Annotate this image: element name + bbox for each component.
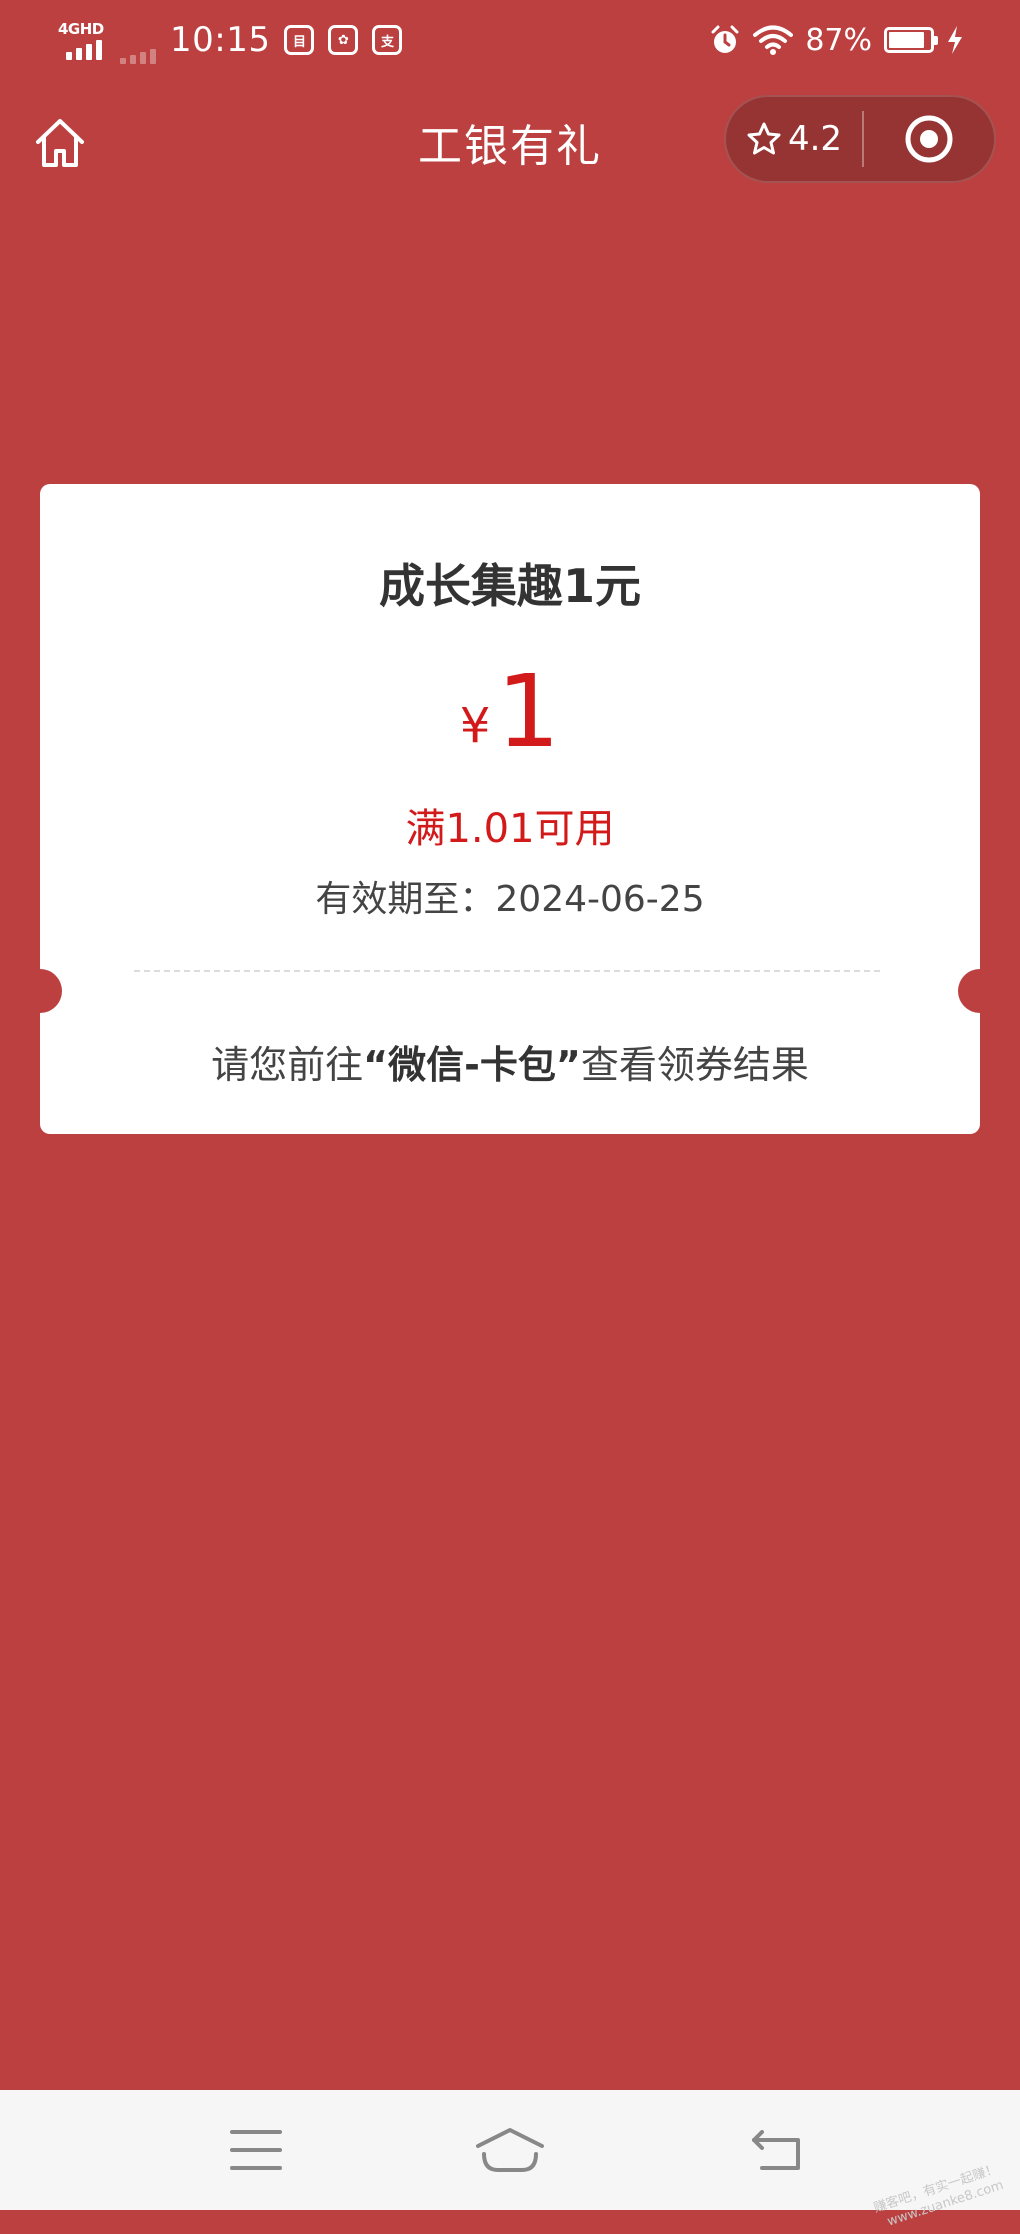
coupon-amount: 1 (496, 653, 561, 770)
coupon-condition: 满1.01可用 (405, 806, 615, 852)
rating-value: 4.2 (787, 119, 843, 159)
battery-percent: 87% (805, 22, 872, 58)
tip-highlight: “微信-卡包” (363, 1043, 581, 1087)
signal-secondary-icon (120, 16, 156, 64)
capsule-menu: 4.2 (724, 95, 996, 183)
clock: 10:15 (170, 20, 271, 60)
ticket-notch-right (958, 969, 1002, 1013)
nav-bar: 工银有礼 4.2 (0, 80, 1020, 200)
tip-suffix: 查看领券结果 (580, 1043, 809, 1087)
wifi-icon (753, 25, 794, 55)
tip-prefix: 请您前往 (211, 1043, 364, 1087)
coupon-amount-row: ¥1 (40, 662, 980, 762)
status-left: 4GHD 10:15 目 ✿ 支 (58, 16, 403, 64)
close-miniprogram-button[interactable] (864, 97, 994, 181)
currency-symbol: ¥ (459, 698, 491, 754)
rating-button[interactable]: 4.2 (726, 97, 862, 181)
status-bar: 4GHD 10:15 目 ✿ 支 87% (0, 0, 1020, 80)
star-icon (747, 122, 781, 155)
system-home-button[interactable] (470, 2110, 550, 2190)
ticket-notch-left (18, 969, 62, 1013)
coupon-expiry: 有效期至：2024-06-25 (315, 879, 705, 920)
menu-icon (230, 2130, 282, 2170)
back-button[interactable] (738, 2110, 818, 2190)
menu-button[interactable] (216, 2110, 296, 2190)
network-type-label: 4GHD (58, 20, 104, 38)
dashed-divider (134, 970, 880, 972)
signal-4g-icon: 4GHD (58, 20, 106, 60)
back-icon (752, 2130, 800, 2170)
system-nav-bar: 赚客吧，有实一起赚！ www.zuanke8.com (0, 2090, 1020, 2230)
status-right: 87% (709, 16, 964, 64)
battery-level-fill (889, 32, 924, 48)
target-close-icon (905, 115, 953, 163)
battery-icon (884, 27, 938, 53)
mascot-icon: ✿ (328, 25, 359, 55)
alarm-icon (711, 25, 739, 53)
system-home-icon (476, 2128, 544, 2172)
coupon-title: 成长集趣1元 (378, 559, 641, 613)
coupon-card: 成长集趣1元 ¥1 满1.01可用 有效期至：2024-06-25 请您前往“微… (18, 484, 1002, 1134)
notes-icon: 目 (284, 25, 315, 55)
payment-icon: 支 (372, 25, 403, 55)
coupon-tip: 请您前往“微信-卡包”查看领券结果 (40, 1034, 980, 1089)
charging-icon (948, 26, 962, 54)
watermark: 赚客吧，有实一起赚！ www.zuanke8.com (871, 2161, 1006, 2230)
